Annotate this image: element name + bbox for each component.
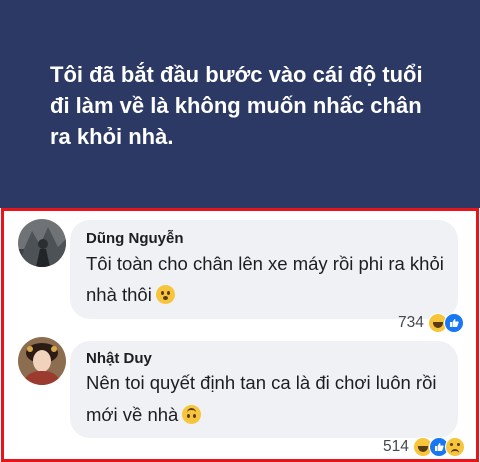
like-reaction-icon xyxy=(443,313,464,333)
avatar[interactable] xyxy=(18,337,66,385)
reaction-summary[interactable]: 514 xyxy=(383,437,465,457)
reaction-summary[interactable]: 734 xyxy=(398,313,464,333)
reaction-count: 734 xyxy=(398,314,424,331)
kissing-face-icon xyxy=(155,285,175,304)
comment-author[interactable]: Dũng Nguyễn xyxy=(86,230,184,247)
post-text: Tôi đã bắt đầu bước vào cái độ tuổi đi l… xyxy=(50,59,430,152)
comment-text: mới về nhà xyxy=(86,404,179,425)
comment-text: nhà thôi xyxy=(86,284,152,305)
comment-bubble[interactable]: Dũng Nguyễn Tôi toàn cho chân lên xe máy… xyxy=(70,220,458,319)
comments-highlight-frame: Dũng Nguyễn Tôi toàn cho chân lên xe máy… xyxy=(1,208,479,462)
comment-item: Nhật Duy Nên toi quyết định tan ca là đi… xyxy=(4,335,476,459)
avatar[interactable] xyxy=(18,219,66,267)
comment-author[interactable]: Nhật Duy xyxy=(86,350,152,367)
post-text-line: Tôi đã bắt đầu bước vào cái độ tuổi xyxy=(50,61,423,87)
post-background-card: Tôi đã bắt đầu bước vào cái độ tuổi đi l… xyxy=(0,0,480,208)
sad-reaction-icon xyxy=(444,437,465,457)
upside-down-face-icon xyxy=(182,405,202,424)
post-text-line: đi làm về là không muốn nhấc chân xyxy=(50,92,422,118)
comment-text-line: Nên toi quyết định tan ca là đi chơi luô… xyxy=(86,372,437,393)
comment-text-line: nhà thôi xyxy=(86,284,175,306)
comment-text-line: Tôi toàn cho chân lên xe máy rồi phi ra … xyxy=(86,253,444,274)
comment-item: Dũng Nguyễn Tôi toàn cho chân lên xe máy… xyxy=(4,211,476,335)
post-text-line: ra khỏi nhà. xyxy=(50,123,174,149)
comment-text-line: mới về nhà xyxy=(86,404,202,426)
reaction-count: 514 xyxy=(383,438,409,455)
comment-bubble[interactable]: Nhật Duy Nên toi quyết định tan ca là đi… xyxy=(70,341,458,438)
